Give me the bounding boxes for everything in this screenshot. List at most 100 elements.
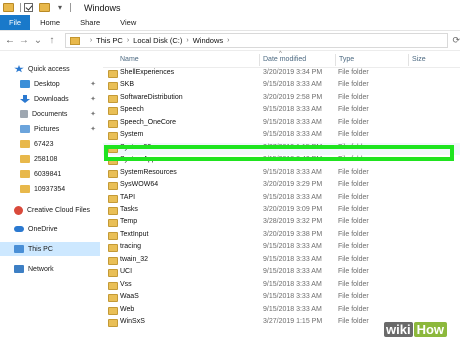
sidebar-item-documents[interactable]: Documents ✦: [0, 107, 100, 121]
up-arrow-icon[interactable]: ↑: [45, 34, 59, 48]
folder-icon: [108, 219, 118, 228]
file-row[interactable]: twain_32 9/15/2018 3:33 AM File folder: [103, 255, 460, 267]
file-date-modified: 9/15/2018 3:33 AM: [263, 293, 322, 301]
address-bar[interactable]: › This PC › Local Disk (C:) › Windows ›: [64, 33, 449, 48]
sidebar-item-label: Network: [28, 265, 54, 273]
breadcrumb-separator[interactable]: ›: [227, 37, 229, 44]
sidebar-item-6039841[interactable]: 6039841: [0, 167, 100, 181]
column-name[interactable]: Name: [120, 56, 139, 63]
column-size[interactable]: Size: [412, 56, 426, 63]
refresh-icon[interactable]: ⟳: [452, 35, 460, 46]
tab-view[interactable]: View: [110, 15, 146, 30]
sidebar-item-67423[interactable]: 67423: [0, 137, 100, 151]
file-row[interactable]: Temp 3/28/2019 3:32 PM File folder: [103, 217, 460, 229]
file-name: tracing: [120, 243, 142, 251]
desktop-icon: [20, 80, 30, 88]
folder-icon: [108, 82, 118, 91]
file-row[interactable]: SysWOW64 3/20/2019 3:29 PM File folder: [103, 180, 460, 192]
file-date-modified: 9/15/2018 3:33 AM: [263, 305, 322, 313]
window-title: Windows: [84, 2, 121, 13]
tab-home[interactable]: Home: [30, 15, 70, 30]
file-row[interactable]: UCI 9/15/2018 3:33 AM File folder: [103, 267, 460, 279]
tab-file[interactable]: File: [0, 15, 31, 30]
pin-icon[interactable]: ✦: [90, 95, 96, 103]
file-type: File folder: [338, 193, 369, 201]
new-folder-icon[interactable]: [39, 3, 50, 12]
back-arrow-icon[interactable]: ←: [3, 34, 17, 48]
folder-icon: [20, 170, 30, 178]
sidebar-item-10937354[interactable]: 10937354: [0, 182, 100, 196]
file-name: Tasks: [120, 205, 138, 213]
sidebar-item-258108[interactable]: 258108: [0, 152, 100, 166]
column-date-modified[interactable]: Date modified: [263, 56, 306, 63]
sidebar-item-this-pc[interactable]: This PC: [0, 242, 100, 256]
file-date-modified: 9/15/2018 3:33 AM: [263, 268, 322, 276]
forward-arrow-icon[interactable]: →: [17, 34, 31, 48]
sidebar-item-label: 6039841: [34, 170, 62, 178]
breadcrumb-local-disk[interactable]: Local Disk (C:): [133, 36, 182, 45]
column-header: ^ Name Date modified Type Size: [103, 51, 460, 68]
file-date-modified: 9/15/2018 3:33 AM: [263, 280, 322, 288]
file-row[interactable]: Web 9/15/2018 3:33 AM File folder: [103, 305, 460, 317]
file-date-modified: 9/15/2018 3:33 AM: [263, 243, 322, 251]
breadcrumb-separator[interactable]: ›: [127, 37, 129, 44]
ribbon-spacer: [146, 15, 460, 30]
sidebar-item-downloads[interactable]: Downloads ✦: [0, 92, 100, 106]
file-row[interactable]: Tasks 3/20/2019 3:09 PM File folder: [103, 205, 460, 217]
file-row[interactable]: TAPI 9/15/2018 3:33 AM File folder: [103, 193, 460, 205]
file-row[interactable]: Speech_OneCore 9/15/2018 3:33 AM File fold…: [103, 118, 460, 130]
network-icon: [14, 265, 24, 273]
folder-icon: [108, 256, 118, 265]
breadcrumb-windows[interactable]: Windows: [193, 36, 223, 45]
navigation-bar: ← → ⌄ ↑ › This PC › Local Disk (C:) › Wi…: [0, 31, 460, 51]
folder-icon: [108, 70, 118, 78]
sidebar-item-desktop[interactable]: Desktop ✦: [0, 77, 100, 91]
pin-icon[interactable]: ✦: [90, 125, 96, 133]
column-divider[interactable]: [408, 54, 409, 66]
onedrive-icon: [14, 226, 24, 232]
file-row[interactable]: SKB 9/15/2018 3:33 AM File folder: [103, 80, 460, 92]
sidebar-item-onedrive[interactable]: OneDrive: [0, 222, 100, 236]
file-row[interactable]: WaaS 9/15/2018 3:33 AM File folder: [103, 292, 460, 304]
folder-icon: [69, 36, 80, 45]
file-type: File folder: [338, 81, 369, 89]
sidebar-item-label: 67423: [34, 140, 54, 148]
sidebar-item-network[interactable]: Network: [0, 262, 100, 276]
sidebar-item-label: Pictures: [34, 125, 60, 133]
breadcrumb-separator[interactable]: ›: [90, 37, 92, 44]
file-row[interactable]: tracing 9/15/2018 3:33 AM File folder: [103, 242, 460, 254]
sidebar-item-label: Documents: [32, 110, 68, 118]
file-row[interactable]: Vss 9/15/2018 3:33 AM File folder: [103, 280, 460, 292]
recent-locations-icon[interactable]: ⌄: [31, 34, 45, 48]
chevron-down-icon[interactable]: ▾: [53, 3, 67, 12]
file-name: SystemResources: [120, 168, 177, 176]
file-date-modified: 3/20/2019 3:29 PM: [263, 181, 323, 189]
sidebar-item-quick-access[interactable]: Quick access: [0, 62, 100, 76]
sidebar-item-label: Creative Cloud Files: [27, 206, 91, 214]
column-divider[interactable]: [335, 54, 336, 66]
pin-icon[interactable]: ✦: [90, 80, 96, 88]
file-type: File folder: [338, 131, 369, 139]
file-date-modified: 9/15/2018 3:33 AM: [263, 106, 322, 114]
download-icon: [20, 95, 30, 103]
sidebar-item-label: Quick access: [28, 65, 70, 73]
breadcrumb-this-pc[interactable]: This PC: [96, 36, 123, 45]
folder-icon: [108, 244, 118, 253]
file-date-modified: 9/15/2018 3:33 AM: [263, 168, 322, 176]
tab-share[interactable]: Share: [70, 15, 110, 30]
file-row[interactable]: TextInput 3/20/2019 3:38 PM File folder: [103, 230, 460, 242]
file-row[interactable]: SoftwareDistribution 3/20/2019 2:58 PM Fil…: [103, 93, 460, 105]
sidebar-item-pictures[interactable]: Pictures ✦: [0, 122, 100, 136]
folder-icon: [108, 294, 118, 303]
file-row[interactable]: Speech 9/15/2018 3:33 AM File folder: [103, 105, 460, 117]
pin-icon[interactable]: ✦: [90, 110, 96, 118]
column-divider[interactable]: [259, 54, 260, 66]
breadcrumb-separator[interactable]: ›: [186, 37, 188, 44]
properties-check-icon[interactable]: [24, 3, 33, 12]
column-type[interactable]: Type: [339, 56, 354, 63]
file-date-modified: 3/20/2019 2:58 PM: [263, 93, 323, 101]
file-row[interactable]: ShellExperiences 3/20/2019 3:34 PM File fo…: [103, 68, 460, 80]
file-row[interactable]: System 9/15/2018 3:33 AM File folder: [103, 130, 460, 142]
sidebar-item-creative-cloud-files[interactable]: Creative Cloud Files: [0, 203, 100, 217]
file-row[interactable]: SystemResources 9/15/2018 3:33 AM File fol…: [103, 168, 460, 180]
